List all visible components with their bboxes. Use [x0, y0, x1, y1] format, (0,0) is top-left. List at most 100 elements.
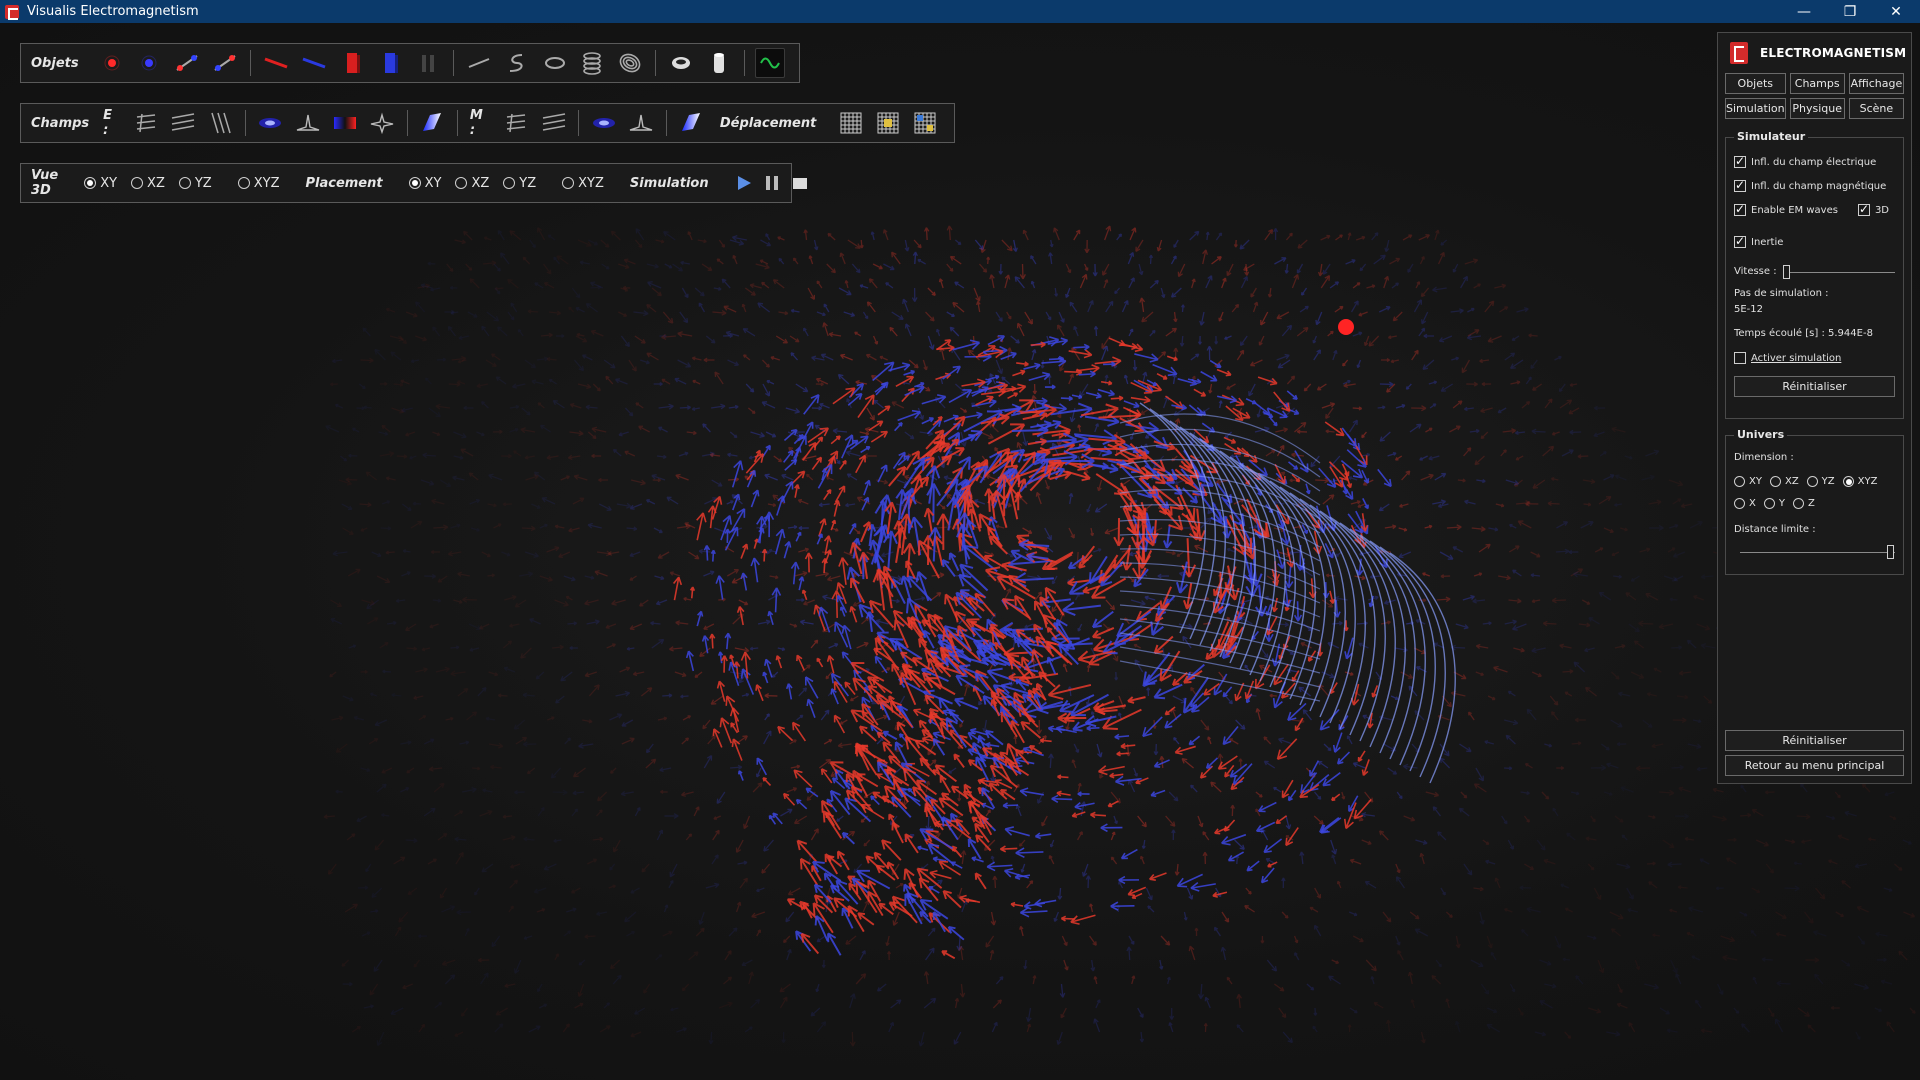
field-arrow: [627, 527, 637, 530]
field-arrow: [1005, 275, 1010, 288]
close-button[interactable]: ✕: [1873, 0, 1919, 23]
tab-simulation[interactable]: Simulation: [1725, 98, 1786, 119]
dimension-x-radio[interactable]: X: [1734, 492, 1756, 514]
capacitor-button[interactable]: [413, 48, 443, 78]
grid-dotted-button[interactable]: [874, 108, 903, 138]
coil-button[interactable]: [615, 48, 645, 78]
m-potential-blob-button[interactable]: [589, 108, 618, 138]
restore-button[interactable]: ❐: [1827, 0, 1873, 23]
infl-m-checkbox[interactable]: Infl. du champ magnétique: [1734, 176, 1895, 196]
field-arrow: [1509, 546, 1519, 552]
field-arrow: [926, 312, 935, 321]
distance-slider[interactable]: [1740, 544, 1895, 560]
m-field-grid-button[interactable]: [539, 108, 568, 138]
field-arrow: [868, 302, 876, 312]
e-potential-blob-button[interactable]: [256, 108, 285, 138]
charged-particle[interactable]: [1338, 319, 1354, 335]
field-arrow: [1776, 933, 1786, 936]
wave-source-button[interactable]: [755, 48, 785, 78]
loop-button[interactable]: [540, 48, 570, 78]
dimension-z-radio[interactable]: Z: [1793, 492, 1815, 514]
solenoid-button[interactable]: [577, 48, 607, 78]
field-arrow: [687, 651, 694, 671]
grid-plain-button[interactable]: [836, 108, 865, 138]
minimize-button[interactable]: —: [1781, 0, 1827, 23]
field-arrow: [981, 240, 986, 253]
e-heatmap-button[interactable]: [330, 108, 359, 138]
blue-plate-button[interactable]: [375, 48, 405, 78]
dipole-button[interactable]: [172, 48, 202, 78]
view-yz-radio[interactable]: YZ: [179, 176, 212, 191]
reset-button[interactable]: Réinitialiser: [1725, 730, 1904, 751]
segment-button[interactable]: [464, 48, 494, 78]
positive-charge-button[interactable]: [97, 48, 127, 78]
simulateur-reset-button[interactable]: Réinitialiser: [1734, 376, 1895, 397]
field-arrow: [1412, 350, 1418, 360]
field-arrow: [1289, 551, 1300, 555]
field-arrow: [800, 620, 813, 624]
negative-charge-button[interactable]: [135, 48, 165, 78]
tab-affichage[interactable]: Affichage: [1849, 73, 1904, 94]
m-gradient-button[interactable]: [677, 108, 706, 138]
view-xyz-radio[interactable]: XYZ: [238, 176, 280, 191]
tab-scene[interactable]: Scène: [1849, 98, 1904, 119]
e-surface-button[interactable]: [367, 108, 396, 138]
field-arrow: [1845, 812, 1857, 816]
placement-xyz-radio[interactable]: XYZ: [562, 176, 604, 191]
field-arrow: [570, 404, 581, 408]
e-field-grid-button[interactable]: [168, 108, 197, 138]
dimension-y-radio[interactable]: Y: [1764, 492, 1785, 514]
slider-thumb[interactable]: [1887, 545, 1894, 559]
field-arrow: [1083, 864, 1088, 876]
tab-champs[interactable]: Champs: [1790, 73, 1845, 94]
field-arrow: [817, 281, 822, 288]
field-arrow: [459, 741, 468, 744]
dimension-xyz-radio[interactable]: XYZ: [1843, 470, 1878, 492]
pause-button[interactable]: [763, 168, 781, 198]
m-potential-peak-button[interactable]: [626, 108, 655, 138]
em-waves-checkbox[interactable]: Enable EM waves: [1734, 200, 1858, 220]
field-arrow: [892, 822, 903, 843]
stop-button[interactable]: [791, 168, 809, 198]
field-arrow: [450, 646, 459, 649]
e-potential-peak-button[interactable]: [293, 108, 322, 138]
inertie-checkbox[interactable]: Inertie: [1734, 232, 1895, 252]
back-to-menu-button[interactable]: Retour au menu principal: [1725, 755, 1904, 776]
infl-e-checkbox[interactable]: Infl. du champ électrique: [1734, 152, 1895, 172]
placement-xz-radio[interactable]: XZ: [455, 176, 489, 191]
e-gradient-button[interactable]: [418, 108, 447, 138]
e-field-parallel-button[interactable]: [206, 108, 235, 138]
placement-xy-radio[interactable]: XY: [409, 176, 442, 191]
bar-magnet-button[interactable]: [704, 48, 734, 78]
dipole-alt-button[interactable]: [210, 48, 240, 78]
vitesse-slider[interactable]: [1783, 264, 1895, 280]
placement-yz-radio[interactable]: YZ: [503, 176, 536, 191]
field-arrow: [1177, 552, 1183, 556]
view-xy-radio[interactable]: XY: [84, 176, 117, 191]
slider-thumb[interactable]: [1783, 265, 1790, 279]
dimension-xy-radio[interactable]: XY: [1734, 470, 1762, 492]
curve-button[interactable]: [502, 48, 532, 78]
tab-objets[interactable]: Objets: [1725, 73, 1786, 94]
grid-colored-button[interactable]: [911, 108, 940, 138]
field-arrow: [1173, 696, 1186, 703]
play-button[interactable]: [735, 168, 753, 198]
blue-wire-button[interactable]: [299, 48, 329, 78]
view-xz-radio[interactable]: XZ: [131, 176, 165, 191]
activer-simulation-checkbox[interactable]: Activer simulation: [1734, 348, 1895, 368]
field-arrow: [1556, 522, 1567, 528]
ring-magnet-button[interactable]: [666, 48, 696, 78]
field-arrow: [1704, 696, 1712, 703]
field-arrow: [809, 256, 812, 264]
tab-physique[interactable]: Physique: [1790, 98, 1845, 119]
red-plate-button[interactable]: [337, 48, 367, 78]
field-arrow: [737, 840, 744, 852]
m-field-lines-button[interactable]: [502, 108, 531, 138]
dimension-xz-radio[interactable]: XZ: [1770, 470, 1799, 492]
field-arrow: [1854, 984, 1868, 989]
three-d-checkbox[interactable]: 3D: [1858, 200, 1889, 220]
e-field-lines-button[interactable]: [131, 108, 160, 138]
red-wire-button[interactable]: [261, 48, 291, 78]
dimension-yz-radio[interactable]: YZ: [1807, 470, 1835, 492]
field-arrow: [501, 253, 509, 264]
